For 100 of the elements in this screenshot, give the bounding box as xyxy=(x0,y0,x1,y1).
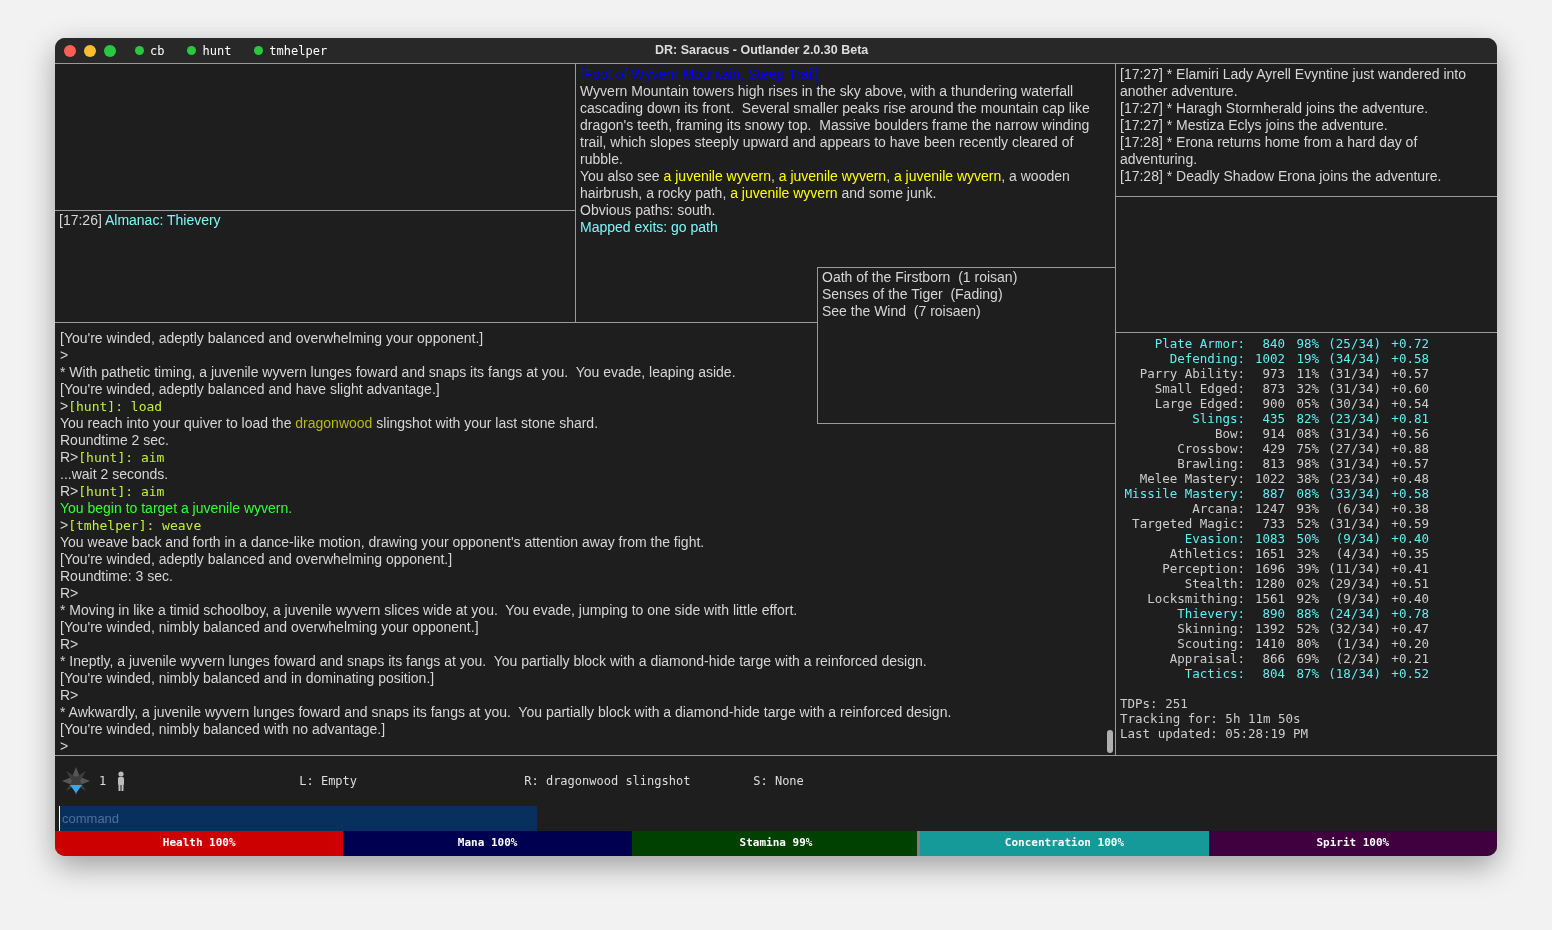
skill-percent: 82% xyxy=(1295,411,1319,426)
skill-percent: 19% xyxy=(1295,351,1319,366)
skill-rank: 733 xyxy=(1261,516,1285,531)
skill-percent: 98% xyxy=(1295,456,1319,471)
skill-name: Bow: xyxy=(1213,426,1245,441)
story-line: Roundtime: 3 sec. xyxy=(60,568,174,585)
room-text: Mapped exits: go path xyxy=(580,219,719,236)
skill-name: Skinning: xyxy=(1176,621,1245,636)
skill-rate: +0.57 xyxy=(1390,456,1429,471)
skill-rank: 1002 xyxy=(1253,351,1285,366)
story-line: You begin to target a juvenile wyvern. xyxy=(60,500,294,517)
log-line: [17:28] * Deadly Shadow Erona joins the adventure. xyxy=(1120,168,1443,185)
right-hand-label: R: dragonwood slingshot xyxy=(524,773,692,790)
skill-percent: 08% xyxy=(1295,486,1319,501)
skill-mindstate: (29/34) xyxy=(1327,576,1381,591)
story-line: [You're winded, nimbly balanced and overwhelming your opponent.] xyxy=(60,619,480,636)
vital-label: Spirit 100% xyxy=(1316,835,1390,852)
skill-percent: 75% xyxy=(1295,441,1319,456)
skill-rate: +0.60 xyxy=(1390,381,1429,396)
skill-rank: 1022 xyxy=(1253,471,1285,486)
close-button[interactable] xyxy=(64,44,76,57)
log-line: [17:27] * Mestiza Eclys joins the adventure. xyxy=(1120,117,1389,134)
skill-name: Tactics: xyxy=(1183,666,1245,681)
skill-rate: +0.21 xyxy=(1390,651,1429,666)
skill-name: Melee Mastery: xyxy=(1138,471,1245,486)
skill-percent: 52% xyxy=(1295,516,1319,531)
compass-icon[interactable] xyxy=(61,766,91,796)
skill-mindstate: (31/34) xyxy=(1327,381,1381,396)
story-line: >[tmhelper]: weave xyxy=(60,517,203,534)
skill-name: Stealth: xyxy=(1183,576,1245,591)
skill-name: Plate Armor: xyxy=(1153,336,1245,351)
room-text: You also see a juvenile wyvern, a juvenile wyvern, a juvenile wyvern, a wooden hairbrush, a rocky path, a juvenile wyvern and some junk. xyxy=(580,168,1071,202)
skill-rank: 1247 xyxy=(1253,501,1285,516)
room-text: Wyvern Mountain towers high rises in the sky above, with a thundering waterfall cascading down its front. Several smaller peaks rise around the mountain cap like dragon's teeth, framing its snowy top. Massive boulders frame the narrow winding trail, which slopes steeply upward and appears to have been recently cleared of rubble. xyxy=(580,83,1091,168)
story-line: * Ineptly, a juvenile wyvern lunges foward and snaps its fangs at you. You partially block with a diamond-hide targe with a reinforced design. xyxy=(60,653,928,670)
skill-rank: 840 xyxy=(1261,336,1285,351)
skill-mindstate: (33/34) xyxy=(1327,486,1381,501)
skill-name: Targeted Magic: xyxy=(1131,516,1245,531)
skill-rate: +0.59 xyxy=(1390,516,1429,531)
skill-rate: +0.57 xyxy=(1390,366,1429,381)
skill-rank: 866 xyxy=(1261,651,1285,666)
skill-mindstate: (31/34) xyxy=(1327,516,1381,531)
script-tab[interactable]: hunt xyxy=(202,41,232,60)
skill-mindstate: (2/34) xyxy=(1334,651,1381,666)
story-line: R>[hunt]: aim xyxy=(60,483,166,500)
skill-name: Crossbow: xyxy=(1176,441,1245,456)
script-tab[interactable]: cb xyxy=(150,41,165,60)
skill-rank: 1561 xyxy=(1253,591,1285,606)
scrollbar-thumb[interactable] xyxy=(1107,730,1113,753)
skill-rank: 873 xyxy=(1261,381,1285,396)
story-line: R> xyxy=(60,687,80,704)
skill-name: Thievery: xyxy=(1176,606,1245,621)
story-line: * Awkwardly, a juvenile wyvern lunges foward and snaps its fangs at you. You partially block with a diamond-hide targe with a reinforced design. xyxy=(60,704,953,721)
standing-figure-icon xyxy=(116,771,127,791)
skill-rate: +0.54 xyxy=(1390,396,1429,411)
skill-name: Slings: xyxy=(1191,411,1245,426)
vital-label: Stamina 99% xyxy=(739,835,813,852)
story-line: [You're winded, adeptly balanced and overwhelming your opponent.] xyxy=(60,330,485,347)
skill-percent: 98% xyxy=(1295,336,1319,351)
skill-percent: 87% xyxy=(1295,666,1319,681)
skills-footer-line: TDPs: 251 xyxy=(1120,696,1189,711)
vital-label: Health 100% xyxy=(162,835,236,852)
skill-percent: 38% xyxy=(1295,471,1319,486)
skill-mindstate: (18/34) xyxy=(1327,666,1381,681)
skill-rank: 1280 xyxy=(1253,576,1285,591)
log-line: [17:27] * Haragh Stormherald joins the adventure. xyxy=(1120,100,1430,117)
skill-rate: +0.72 xyxy=(1390,336,1429,351)
skill-rate: +0.48 xyxy=(1390,471,1429,486)
skill-name: Defending: xyxy=(1168,351,1245,366)
script-tab[interactable]: tmhelper xyxy=(269,41,328,60)
skill-rate: +0.38 xyxy=(1390,501,1429,516)
skill-name: Large Edged: xyxy=(1153,396,1245,411)
skill-name: Parry Ability: xyxy=(1138,366,1245,381)
story-line: [You're winded, nimbly balanced with no advantage.] xyxy=(60,721,387,738)
log-line: [17:27] * Elamiri Lady Ayrell Evyntine just wandered into another adventure. xyxy=(1120,66,1468,100)
skill-mindstate: (31/34) xyxy=(1327,426,1381,441)
skill-percent: 05% xyxy=(1295,396,1319,411)
story-line: >[hunt]: load xyxy=(60,398,164,415)
skill-percent: 80% xyxy=(1295,636,1319,651)
story-line: [You're winded, adeptly balanced and have slight advantage.] xyxy=(60,381,441,398)
skill-mindstate: (31/34) xyxy=(1327,366,1381,381)
skill-rate: +0.56 xyxy=(1390,426,1429,441)
skill-rate: +0.58 xyxy=(1390,351,1429,366)
story-line: R> xyxy=(60,636,80,653)
zoom-button[interactable] xyxy=(104,44,116,57)
skill-mindstate: (31/34) xyxy=(1327,456,1381,471)
skill-mindstate: (27/34) xyxy=(1327,441,1381,456)
skill-rate: +0.51 xyxy=(1390,576,1429,591)
minimize-button[interactable] xyxy=(84,44,96,57)
skill-mindstate: (4/34) xyxy=(1334,546,1381,561)
skill-percent: 52% xyxy=(1295,621,1319,636)
skill-rate: +0.47 xyxy=(1390,621,1429,636)
skill-mindstate: (9/34) xyxy=(1334,531,1381,546)
skill-percent: 39% xyxy=(1295,561,1319,576)
skill-rate: +0.81 xyxy=(1390,411,1429,426)
skill-mindstate: (23/34) xyxy=(1327,471,1381,486)
skill-rate: +0.20 xyxy=(1390,636,1429,651)
command-field[interactable]: command xyxy=(59,806,537,831)
skill-percent: 11% xyxy=(1295,366,1319,381)
skill-name: Small Edged: xyxy=(1153,381,1245,396)
